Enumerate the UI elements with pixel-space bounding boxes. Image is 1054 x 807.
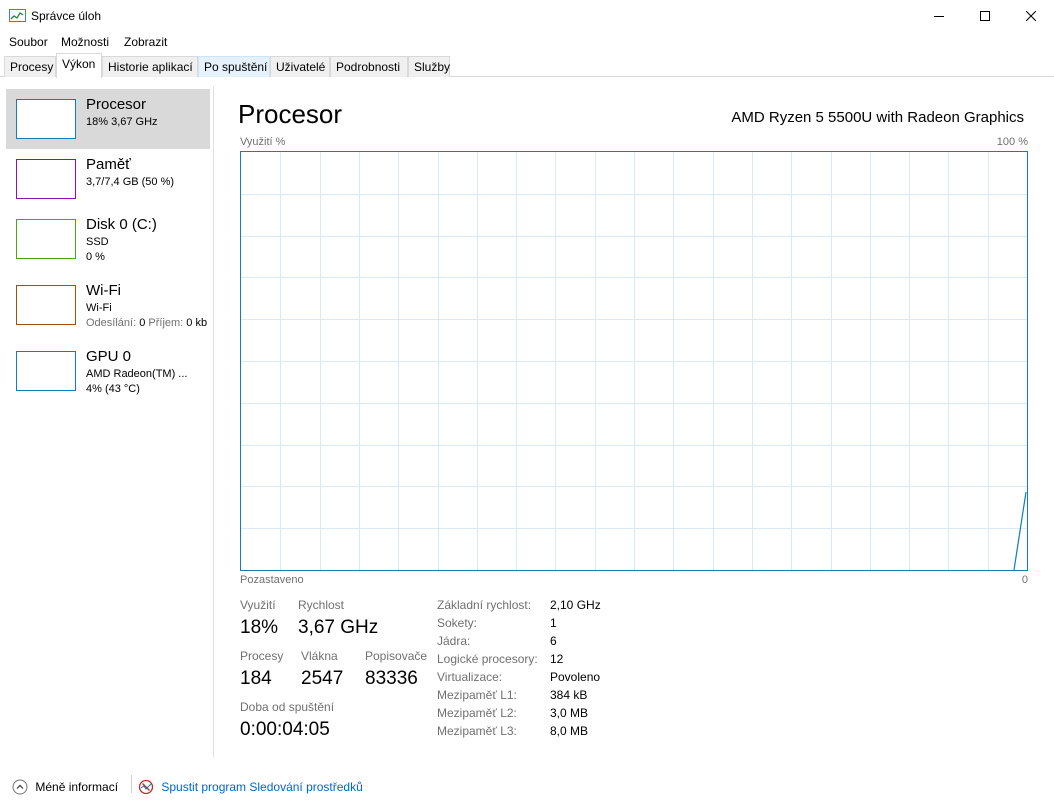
uptime-value: 0:00:04:05 (240, 719, 330, 740)
spec-value: Povoleno (550, 670, 601, 684)
spec-value: 6 (550, 634, 557, 648)
spec-label: Mezipaměť L2: (437, 706, 517, 720)
minimize-icon (934, 16, 944, 17)
panel-divider (213, 86, 214, 757)
footer: Méně informací Spustit program Sledování… (0, 757, 1054, 807)
resource-list: Procesor 18% 3,67 GHz Paměť 3,7/7,4 GB (… (0, 77, 213, 757)
spec-value: 384 kB (550, 688, 588, 702)
menu-moznosti[interactable]: Možnosti (61, 35, 109, 49)
resource-name: GPU 0 (86, 348, 132, 365)
spec-label: Sokety: (437, 616, 478, 630)
minimize-button[interactable] (916, 0, 962, 32)
title-bar: Správce úloh (0, 0, 1054, 32)
utilization-label: Využití (240, 598, 276, 612)
tab-procesy[interactable]: Procesy (4, 56, 56, 77)
resource-detail-2: Odesílání: 0 Příjem: 0 kb (86, 317, 208, 329)
spec-label: Jádra: (437, 634, 471, 648)
disk-thumbnail (16, 219, 76, 259)
resource-detail-2: 0 % (86, 251, 105, 263)
maximize-icon (980, 11, 990, 21)
tab-podrobnosti[interactable]: Podrobnosti (330, 56, 408, 77)
spec-value: 3,0 MB (550, 706, 589, 720)
graph-y-label: Využití % (240, 136, 286, 148)
resource-detail: SSD (86, 236, 109, 248)
processes-value: 184 (240, 668, 272, 689)
page-title: Procesor (238, 99, 343, 129)
gpu-thumbnail (16, 351, 76, 391)
resource-name: Wi-Fi (86, 282, 121, 299)
open-resource-monitor-link[interactable]: Spustit program Sledování prostředků (138, 779, 363, 795)
graph-y-min: 0 (1021, 574, 1028, 586)
footer-separator (131, 775, 132, 793)
spec-label: Virtualizace: (437, 670, 503, 684)
tab-sluzby[interactable]: Služby (408, 56, 450, 77)
window-title: Správce úloh (31, 9, 102, 23)
menu-bar: Soubor Možnosti Zobrazit (0, 32, 1054, 52)
cpu-usage-line (1013, 491, 1027, 570)
resource-detail: Wi-Fi (86, 302, 112, 314)
uptime-label: Doba od spuštění (240, 700, 335, 714)
close-button[interactable] (1008, 0, 1054, 32)
spec-value: 2,10 GHz (550, 598, 601, 612)
spec-value: 12 (550, 652, 564, 666)
tab-uzivatele[interactable]: Uživatelé (270, 56, 330, 77)
cpu-usage-graph (240, 151, 1028, 571)
threads-value: 2547 (301, 668, 344, 689)
handles-value: 83336 (365, 668, 418, 689)
resource-name: Paměť (86, 156, 131, 173)
pamet-thumbnail (16, 159, 76, 199)
tab-bar: Procesy Výkon Historie aplikací Po spušt… (0, 52, 1054, 78)
speed-label: Rychlost (298, 598, 345, 612)
resource-detail: 3,7/7,4 GB (50 %) (86, 176, 175, 188)
graph-x-label: Pozastaveno (240, 574, 304, 586)
speed-value: 3,67 GHz (298, 617, 379, 638)
resource-item-procesor[interactable]: Procesor 18% 3,67 GHz (6, 89, 210, 149)
spec-label: Logické procesory: (437, 652, 538, 666)
menu-zobrazit[interactable]: Zobrazit (124, 35, 167, 49)
resource-item-pamet[interactable]: Paměť 3,7/7,4 GB (50 %) (6, 149, 210, 209)
resource-item-disk[interactable]: Disk 0 (C:) SSD 0 % (6, 209, 210, 275)
processes-label: Procesy (240, 649, 284, 663)
spec-label: Mezipaměť L3: (437, 724, 517, 738)
resource-name: Disk 0 (C:) (86, 216, 157, 233)
graph-y-max: 100 % (996, 136, 1028, 148)
tab-vykon[interactable]: Výkon (56, 53, 102, 78)
resource-name: Procesor (86, 96, 147, 113)
wifi-thumbnail (16, 285, 76, 325)
handles-label: Popisovače (365, 649, 428, 663)
procesor-thumbnail (16, 99, 76, 139)
resource-detail: AMD Radeon(TM) ... (86, 368, 188, 380)
threads-label: Vlákna (301, 649, 338, 663)
utilization-value: 18% (240, 617, 279, 638)
resource-detail: 18% 3,67 GHz (86, 116, 158, 128)
spec-label: Základní rychlost: (437, 598, 532, 612)
resource-item-gpu[interactable]: GPU 0 AMD Radeon(TM) ... 4% (43 °C) (6, 341, 210, 407)
spec-value: 1 (550, 616, 557, 630)
resource-monitor-icon (138, 779, 154, 795)
cpu-model-name: AMD Ryzen 5 5500U with Radeon Graphics (731, 109, 1024, 126)
resource-item-wifi[interactable]: Wi-Fi Wi-Fi Odesílání: 0 Příjem: 0 kb (6, 275, 213, 341)
menu-soubor[interactable]: Soubor (9, 35, 48, 49)
resource-detail-2: 4% (43 °C) (86, 383, 140, 395)
tab-historie-aplikaci[interactable]: Historie aplikací (102, 56, 198, 77)
close-icon (1026, 11, 1036, 21)
spec-label: Mezipaměť L1: (437, 688, 517, 702)
spec-value: 8,0 MB (550, 724, 589, 738)
fewer-details-button[interactable]: Méně informací (12, 779, 118, 795)
open-resource-monitor-label: Spustit program Sledování prostředků (161, 780, 363, 794)
fewer-details-label: Méně informací (35, 780, 119, 794)
tab-po-spusteni[interactable]: Po spuštění (198, 56, 270, 77)
task-manager-icon (9, 9, 26, 22)
maximize-button[interactable] (962, 0, 1008, 32)
cpu-usage-graph-canvas (241, 152, 1027, 570)
chevron-up-icon (12, 779, 28, 795)
